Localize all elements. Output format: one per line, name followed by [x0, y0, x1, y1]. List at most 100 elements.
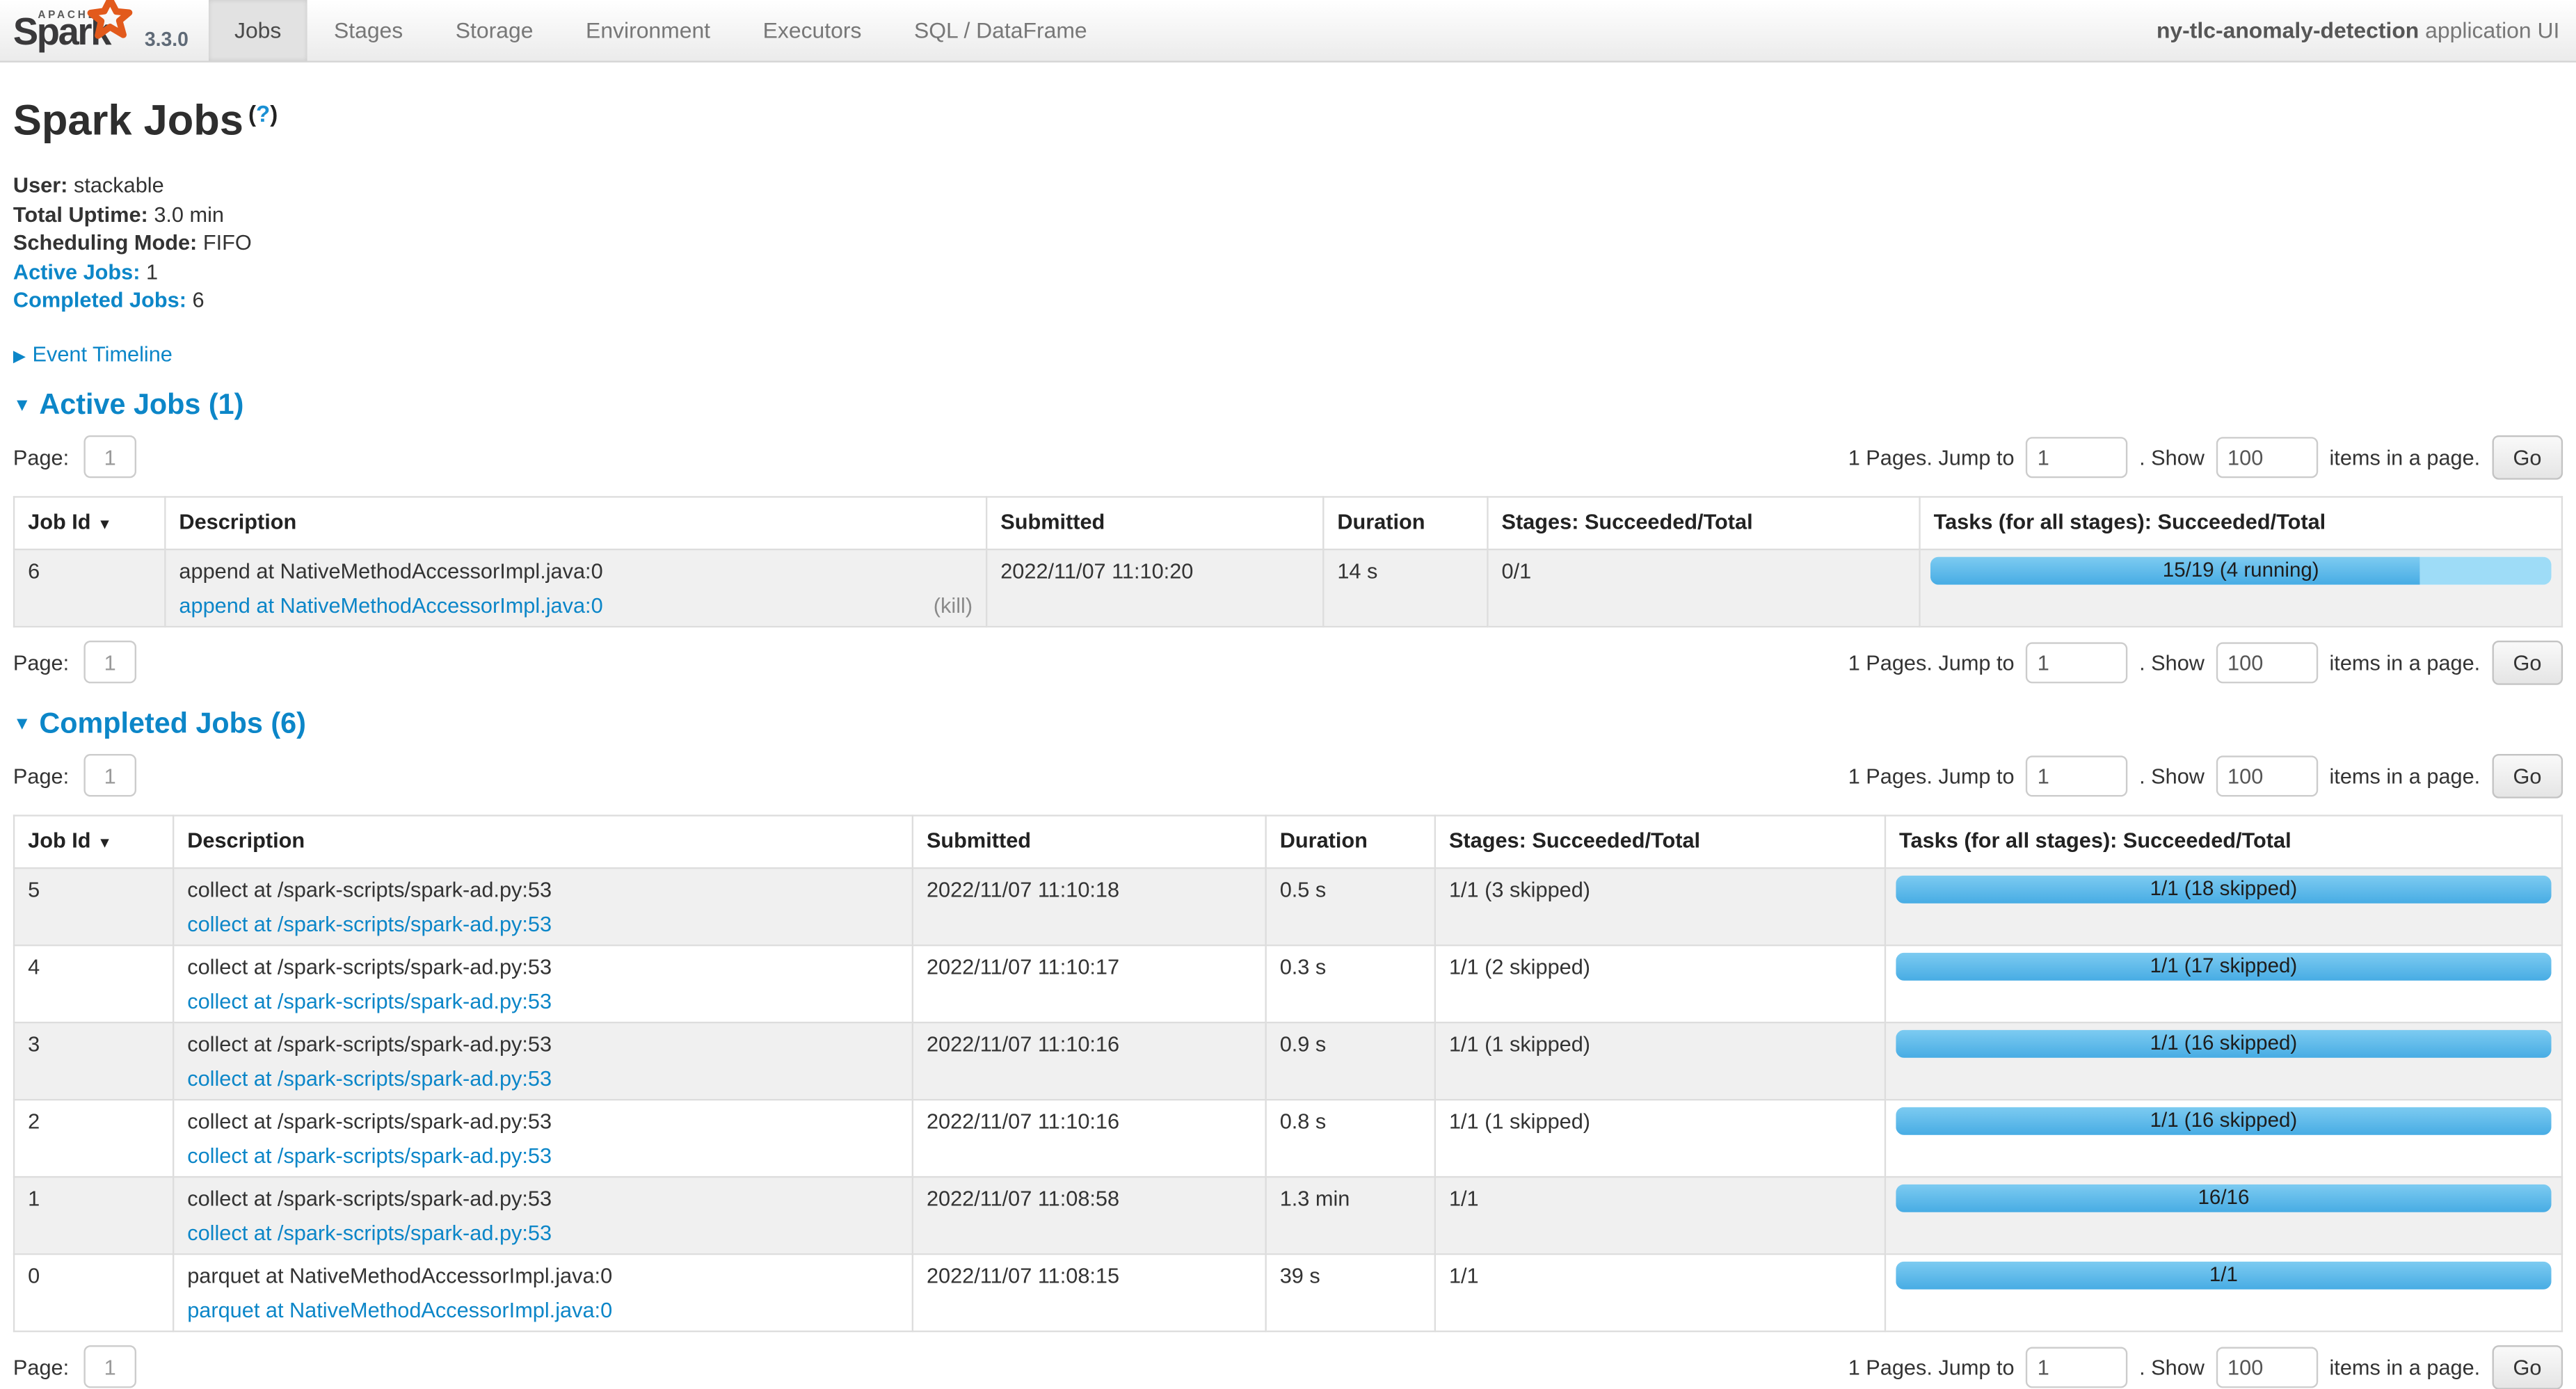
page-number-input[interactable] [83, 754, 136, 796]
tab-sql-dataframe[interactable]: SQL / DataFrame [888, 0, 1113, 61]
duration-cell: 0.8 s [1266, 1099, 1435, 1176]
items-in-page-label: items in a page. [2329, 444, 2480, 469]
spark-logo[interactable]: APACHE Spark 3.3.0 [0, 0, 195, 61]
job-detail-link[interactable]: parquet at NativeMethodAccessorImpl.java… [187, 1295, 612, 1323]
go-button[interactable]: Go [2492, 753, 2563, 798]
chevron-down-icon: ▼ [13, 707, 31, 740]
stages-cell: 1/1 (3 skipped) [1435, 867, 1885, 945]
job-detail-link[interactable]: collect at /spark-scripts/spark-ad.py:53 [187, 1218, 552, 1246]
job-detail-link[interactable]: collect at /spark-scripts/spark-ad.py:53 [187, 1141, 552, 1169]
page-label: Page: [13, 650, 69, 674]
tab-jobs[interactable]: Jobs [208, 0, 307, 61]
col-stages[interactable]: Stages: Succeeded/Total [1487, 496, 1919, 549]
application-suffix: application UI [2425, 18, 2559, 42]
show-items-input[interactable] [2216, 641, 2318, 682]
application-name: ny-tlc-anomaly-detection [2157, 18, 2419, 42]
completed-jobs-table: Job Id▼ Description Submitted Duration S… [13, 814, 2563, 1331]
task-progress-bar: 1/1 (17 skipped) [1896, 952, 2551, 980]
col-duration[interactable]: Duration [1323, 496, 1487, 549]
description-cell: collect at /spark-scripts/spark-ad.py:53… [173, 867, 913, 945]
job-summary-list: User: stackable Total Uptime: 3.0 min Sc… [13, 171, 2563, 315]
summary-scheduling-mode: Scheduling Mode: FIFO [13, 228, 2563, 257]
duration-cell: 0.5 s [1266, 867, 1435, 945]
active-jobs-section-header[interactable]: ▼Active Jobs (1) [13, 387, 2563, 421]
page-number-input[interactable] [83, 435, 136, 478]
progress-label: 1/1 (16 skipped) [1896, 1029, 2551, 1057]
page-label: Page: [13, 763, 69, 787]
task-progress-bar: 1/1 [1896, 1261, 2551, 1289]
progress-label: 1/1 [1896, 1261, 2551, 1289]
col-stages[interactable]: Stages: Succeeded/Total [1435, 814, 1885, 867]
progress-label: 1/1 (17 skipped) [1896, 952, 2551, 980]
jump-to-input[interactable] [2026, 641, 2127, 682]
tab-storage[interactable]: Storage [429, 0, 559, 61]
completed-jobs-section-header[interactable]: ▼Completed Jobs (6) [13, 705, 2563, 740]
page-number-input[interactable] [83, 1345, 136, 1388]
show-items-input[interactable] [2216, 755, 2318, 796]
application-title: ny-tlc-anomaly-detection application UI [2157, 0, 2576, 61]
kill-link[interactable]: (kill) [934, 591, 973, 618]
col-job-id[interactable]: Job Id▼ [14, 814, 173, 867]
col-submitted[interactable]: Submitted [986, 496, 1323, 549]
progress-label: 16/16 [1896, 1184, 2551, 1212]
task-progress-bar: 1/1 (16 skipped) [1896, 1107, 2551, 1134]
show-label: . Show [2139, 444, 2205, 469]
col-submitted[interactable]: Submitted [913, 814, 1266, 867]
job-detail-link[interactable]: collect at /spark-scripts/spark-ad.py:53 [187, 909, 552, 937]
tab-executors[interactable]: Executors [737, 0, 888, 61]
col-tasks[interactable]: Tasks (for all stages): Succeeded/Total [1885, 814, 2562, 867]
job-detail-link[interactable]: collect at /spark-scripts/spark-ad.py:53 [187, 986, 552, 1014]
duration-cell: 14 s [1323, 549, 1487, 626]
completed-pagination-bottom: Page: 1 Pages. Jump to . Show items in a… [13, 1344, 2563, 1389]
job-id-cell: 5 [14, 867, 173, 945]
col-description[interactable]: Description [173, 814, 913, 867]
submitted-cell: 2022/11/07 11:08:58 [913, 1176, 1266, 1253]
tab-environment[interactable]: Environment [559, 0, 737, 61]
tasks-cell: 1/1 (17 skipped) [1885, 945, 2562, 1022]
task-progress-bar: 1/1 (16 skipped) [1896, 1029, 2551, 1057]
active-jobs-table: Job Id▼ Description Submitted Duration S… [13, 495, 2563, 627]
show-items-input[interactable] [2216, 1346, 2318, 1387]
description-cell: parquet at NativeMethodAccessorImpl.java… [173, 1253, 913, 1331]
page-label: Page: [13, 1354, 69, 1379]
go-button[interactable]: Go [2492, 1344, 2563, 1389]
tasks-cell: 1/1 (16 skipped) [1885, 1022, 2562, 1099]
description-cell: collect at /spark-scripts/spark-ad.py:53… [173, 1099, 913, 1176]
items-in-page-label: items in a page. [2329, 650, 2480, 674]
tab-stages[interactable]: Stages [307, 0, 429, 61]
show-items-input[interactable] [2216, 436, 2318, 477]
stages-cell: 1/1 [1435, 1253, 1885, 1331]
jump-to-input[interactable] [2026, 1346, 2127, 1387]
duration-cell: 1.3 min [1266, 1176, 1435, 1253]
col-description[interactable]: Description [165, 496, 986, 549]
submitted-cell: 2022/11/07 11:10:18 [913, 867, 1266, 945]
col-job-id[interactable]: Job Id▼ [14, 496, 165, 549]
table-row: 1collect at /spark-scripts/spark-ad.py:5… [14, 1176, 2562, 1253]
jump-to-input[interactable] [2026, 755, 2127, 796]
submitted-cell: 2022/11/07 11:10:17 [913, 945, 1266, 1022]
completed-jobs-link[interactable]: Completed Jobs: [13, 287, 186, 312]
page-number-input[interactable] [83, 641, 136, 683]
go-button[interactable]: Go [2492, 435, 2563, 479]
job-detail-link[interactable]: append at NativeMethodAccessorImpl.java:… [179, 591, 602, 618]
description-cell: collect at /spark-scripts/spark-ad.py:53… [173, 1022, 913, 1099]
active-jobs-link[interactable]: Active Jobs: [13, 259, 141, 283]
description-cell: collect at /spark-scripts/spark-ad.py:53… [173, 1176, 913, 1253]
go-button[interactable]: Go [2492, 640, 2563, 684]
help-question-icon[interactable]: ? [256, 100, 270, 127]
col-tasks[interactable]: Tasks (for all stages): Succeeded/Total [1920, 496, 2562, 549]
submitted-cell: 2022/11/07 11:08:15 [913, 1253, 1266, 1331]
spark-logo-mark[interactable]: APACHE Spark [13, 3, 131, 58]
items-in-page-label: items in a page. [2329, 763, 2480, 787]
job-detail-link[interactable]: collect at /spark-scripts/spark-ad.py:53 [187, 1063, 552, 1091]
event-timeline-toggle[interactable]: ▶Event Timeline [13, 341, 2563, 365]
col-duration[interactable]: Duration [1266, 814, 1435, 867]
active-pagination-bottom: Page: 1 Pages. Jump to . Show items in a… [13, 640, 2563, 684]
job-id-cell: 0 [14, 1253, 173, 1331]
jump-to-label: 1 Pages. Jump to [1848, 444, 2015, 469]
show-label: . Show [2139, 763, 2205, 787]
top-navbar: APACHE Spark 3.3.0 Jobs Stages Storage E… [0, 0, 2576, 63]
jump-to-input[interactable] [2026, 436, 2127, 477]
tasks-cell: 1/1 (18 skipped) [1885, 867, 2562, 945]
help-link[interactable]: (?) [248, 100, 278, 127]
